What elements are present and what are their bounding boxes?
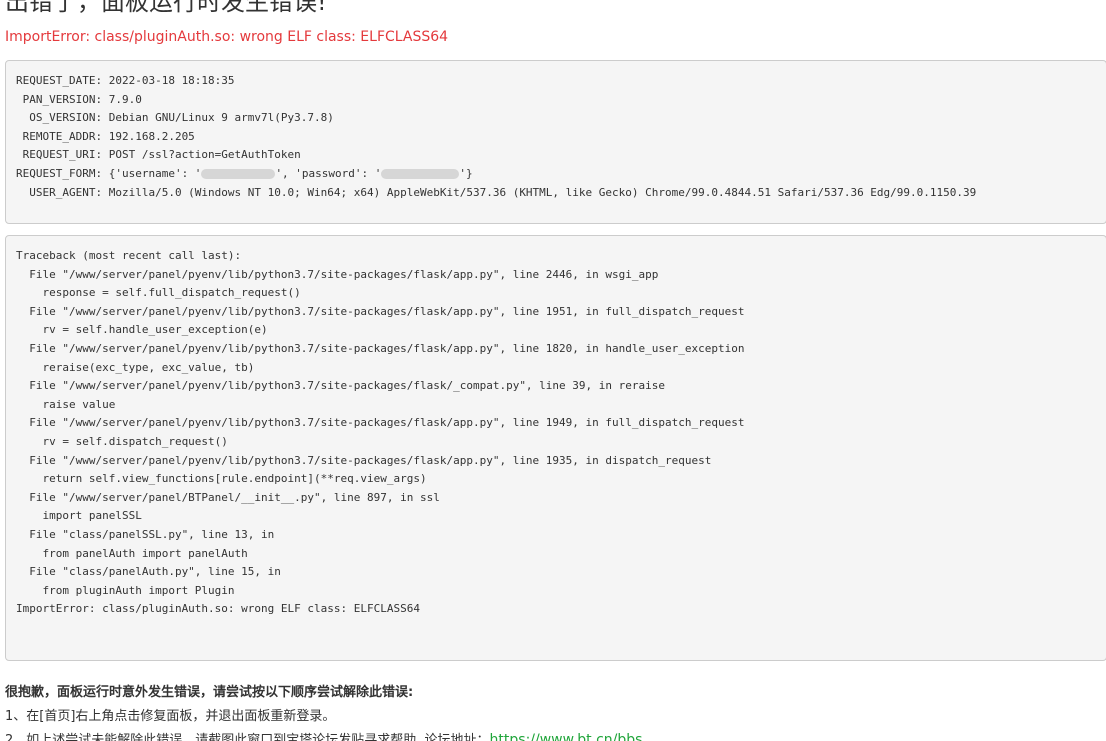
request-date-line: REQUEST_DATE: 2022-03-18 18:18:35: [16, 74, 235, 87]
traceback-line: response = self.full_dispatch_request(): [16, 286, 301, 300]
traceback-line: File "class/panelAuth.py", line 15, in: [16, 565, 281, 579]
request-form-line: REQUEST_FORM: {'username': ' ', 'password…: [16, 165, 1096, 184]
traceback-line: rv = self.dispatch_request(): [16, 434, 228, 448]
error-message: ImportError: class/pluginAuth.so: wrong …: [5, 29, 449, 45]
help-step-2-text: 2、如上述尝试未能解除此错误，请截图此窗口到宝塔论坛发贴寻求帮助, 论坛地址：: [5, 733, 490, 741]
traceback-line: File "class/panelSSL.py", line 13, in: [16, 527, 275, 541]
traceback-line: File "/www/server/panel/pyenv/lib/python…: [16, 341, 745, 355]
request-info-box: REQUEST_DATE: 2022-03-18 18:18:35 PAN_VE…: [5, 60, 1106, 224]
traceback-line: rv = self.handle_user_exception(e): [16, 323, 268, 337]
traceback-line: Traceback (most recent call last):: [16, 249, 242, 262]
traceback-line: File "/www/server/panel/pyenv/lib/python…: [16, 304, 745, 318]
traceback-line: File "/www/server/panel/BTPanel/__init__…: [16, 490, 440, 504]
user-agent-line: USER_AGENT: Mozilla/5.0 (Windows NT 10.0…: [16, 185, 977, 199]
page-title: 出错了，面板运行时发生错误!: [5, 0, 327, 16]
traceback-line: File "/www/server/panel/pyenv/lib/python…: [16, 379, 666, 393]
request-form-suffix: '}: [459, 166, 473, 180]
traceback-line: import panelSSL: [16, 509, 142, 523]
traceback-line: ImportError: class/pluginAuth.so: wrong …: [16, 602, 420, 616]
forum-link[interactable]: https://www.bt.cn/bbs: [490, 732, 643, 741]
help-step-1: 1、在[首页]右上角点击修复面板，并退出面板重新登录。: [5, 709, 336, 724]
request-uri-line: REQUEST_URI: POST /ssl?action=GetAuthTok…: [16, 148, 301, 162]
traceback-box: Traceback (most recent call last): File …: [5, 235, 1106, 661]
pan-version-line: PAN_VERSION: 7.9.0: [16, 92, 142, 106]
redacted-username: [201, 168, 276, 179]
traceback-line: raise value: [16, 397, 116, 411]
traceback-line: File "/www/server/panel/pyenv/lib/python…: [16, 267, 659, 281]
request-form-middle: ', 'password': ': [275, 166, 382, 180]
traceback-line: File "/www/server/panel/pyenv/lib/python…: [16, 416, 745, 430]
redacted-password: [381, 168, 460, 179]
remote-addr-line: REMOTE_ADDR: 192.168.2.205: [16, 129, 195, 143]
traceback-line: reraise(exc_type, exc_value, tb): [16, 360, 255, 374]
traceback-line: from panelAuth import panelAuth: [16, 546, 248, 560]
traceback-line: return self.view_functions[rule.endpoint…: [16, 472, 427, 486]
help-title: 很抱歉，面板运行时意外发生错误，请尝试按以下顺序尝试解除此错误:: [5, 685, 414, 700]
traceback-line: from pluginAuth import Plugin: [16, 583, 235, 597]
help-step-2: 2、如上述尝试未能解除此错误，请截图此窗口到宝塔论坛发贴寻求帮助, 论坛地址：h…: [5, 729, 642, 741]
os-version-line: OS_VERSION: Debian GNU/Linux 9 armv7l(Py…: [16, 111, 334, 125]
request-form-prefix: REQUEST_FORM: {'username': ': [16, 166, 202, 180]
traceback-line: File "/www/server/panel/pyenv/lib/python…: [16, 453, 712, 467]
